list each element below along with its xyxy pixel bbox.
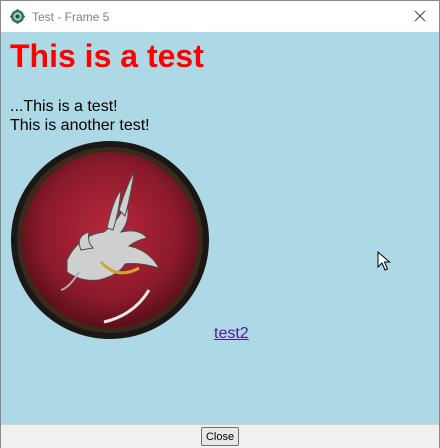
mouse-cursor-icon [377,250,391,271]
close-icon[interactable] [410,6,430,26]
app-gear-icon [10,9,25,24]
content-area: This is a test ...This is a test! This i… [1,32,439,424]
dragon-emblem-image [9,140,211,340]
footer-bar: Close [1,424,439,448]
title-bar[interactable]: Test - Frame 5 [1,1,439,32]
test2-link[interactable]: test2 [214,325,249,343]
close-button[interactable]: Close [201,427,239,446]
app-window: Test - Frame 5 This is a test ...This is… [0,0,440,448]
text-line-2: This is another test! [10,117,150,134]
text-line-1: ...This is a test! [10,98,118,115]
window-title: Test - Frame 5 [32,10,110,24]
page-heading: This is a test [10,38,204,74]
